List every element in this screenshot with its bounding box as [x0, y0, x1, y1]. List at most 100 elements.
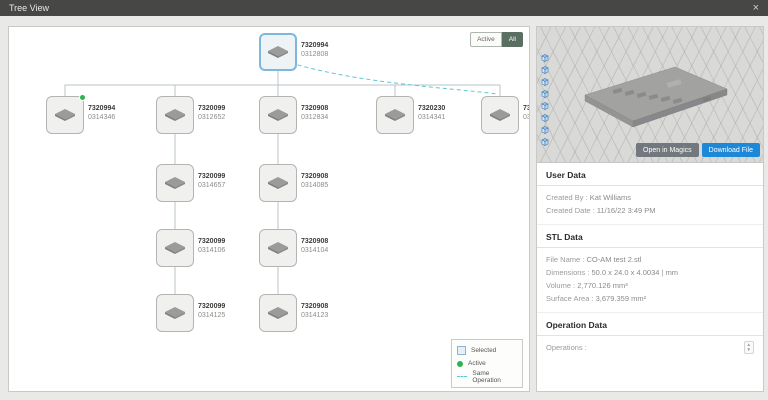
plate-icon: [164, 306, 186, 320]
stl-model-preview: [575, 55, 735, 135]
node-label: 732 031: [523, 104, 530, 122]
serial-number: 0312808: [301, 50, 328, 59]
tree-node[interactable]: 7320099 0312652: [156, 96, 194, 134]
part-thumbnail: [259, 164, 297, 202]
part-number: 7320099: [198, 302, 225, 311]
dimensions-divider: |: [662, 268, 664, 277]
node-label: 7320099 0314125: [198, 302, 225, 320]
part-thumbnail: [156, 96, 194, 134]
part-thumbnail: [156, 294, 194, 332]
serial-number: 0314346: [88, 113, 115, 122]
dashed-line-icon: [457, 376, 467, 377]
download-file-button[interactable]: Download File: [702, 143, 760, 157]
file-name-value: CO-AM test 2.stl: [586, 255, 641, 264]
part-number: 7320099: [198, 104, 225, 113]
view-orientation-cube-icon[interactable]: [540, 77, 550, 87]
stepper-down-icon[interactable]: ▼: [747, 348, 751, 353]
operations-row: Operations : ▲ ▼: [546, 341, 754, 354]
part-number: 7320908: [301, 172, 328, 181]
node-label: 7320099 0312652: [198, 104, 225, 122]
node-label: 7320908 0314085: [301, 172, 328, 190]
created-date-label: Created Date :: [546, 206, 595, 215]
toggle-all-button[interactable]: All: [502, 32, 523, 47]
part-thumbnail: [259, 96, 297, 134]
node-label: 7320908 0314123: [301, 302, 328, 320]
serial-number: 0312652: [198, 113, 225, 122]
legend-active-label: Active: [468, 360, 486, 367]
active-indicator: [79, 94, 86, 101]
surface-area-row: Surface Area : 3,679.359 mm²: [546, 292, 754, 305]
tree-node[interactable]: 7320099 0314657: [156, 164, 194, 202]
tree-node[interactable]: 7320099 0314106: [156, 229, 194, 267]
view-orientation-cube-icon[interactable]: [540, 101, 550, 111]
tree-node[interactable]: 7320908 0314085: [259, 164, 297, 202]
plate-icon: [164, 241, 186, 255]
tree-view-window: Tree View × Active All: [0, 0, 768, 400]
node-label: 7320099 0314657: [198, 172, 225, 190]
view-orientation-cube-icon[interactable]: [540, 65, 550, 75]
tree-node-root[interactable]: 7320994 0312808: [259, 33, 297, 71]
created-by-label: Created By :: [546, 193, 588, 202]
legend-same-operation: Same Operation: [457, 370, 517, 383]
created-date-value: 11/16/22 3:49 PM: [597, 206, 656, 215]
view-orientation-cube-icon[interactable]: [540, 113, 550, 123]
serial-number: 0314341: [418, 113, 445, 122]
dimensions-unit[interactable]: mm: [666, 268, 679, 277]
toggle-active-button[interactable]: Active: [470, 32, 502, 47]
view-orientation-cube-icon[interactable]: [540, 125, 550, 135]
tree-node[interactable]: 7320908 0312834: [259, 96, 297, 134]
open-in-magics-button[interactable]: Open in Magics: [636, 143, 699, 157]
titlebar: Tree View ×: [0, 0, 768, 16]
node-label: 7320099 0314106: [198, 237, 225, 255]
volume-value: 2,770.126 mm³: [577, 281, 627, 290]
tree-panel: Active All 7320994: [8, 26, 530, 392]
part-number: 7320230: [418, 104, 445, 113]
part-thumbnail: [259, 294, 297, 332]
part-thumbnail: [481, 96, 519, 134]
part-number: 732: [523, 104, 530, 113]
serial-number: 0314657: [198, 181, 225, 190]
plate-icon: [164, 176, 186, 190]
plate-icon: [267, 176, 289, 190]
tree-node[interactable]: 7320099 0314125: [156, 294, 194, 332]
user-data-section: Created By : Kat Williams Created Date :…: [537, 186, 763, 225]
view-orientation-cube-icon[interactable]: [540, 53, 550, 63]
volume-label: Volume :: [546, 281, 575, 290]
tree-node[interactable]: 7320230 0314341: [376, 96, 414, 134]
active-all-toggle: Active All: [470, 32, 523, 47]
dimensions-row: Dimensions : 50.0 x 24.0 x 4.0034 | mm: [546, 266, 754, 279]
stl-data-header: STL Data: [537, 225, 763, 248]
serial-number: 0314085: [301, 181, 328, 190]
node-label: 7320908 0312834: [301, 104, 328, 122]
node-label: 7320230 0314341: [418, 104, 445, 122]
part-number: 7320994: [88, 104, 115, 113]
serial-number: 0314106: [198, 246, 225, 255]
tree-node[interactable]: 7320908 0314104: [259, 229, 297, 267]
created-date-row: Created Date : 11/16/22 3:49 PM: [546, 204, 754, 217]
operations-stepper[interactable]: ▲ ▼: [744, 341, 754, 354]
view-orientation-cube-icon[interactable]: [540, 137, 550, 147]
node-label: 7320994 0314346: [88, 104, 115, 122]
tree-node[interactable]: 7320994 0314346: [46, 96, 84, 134]
view-orientation-cube-icon[interactable]: [540, 89, 550, 99]
window-title: Tree View: [9, 3, 49, 13]
operation-data-section: Operations : ▲ ▼: [537, 336, 763, 361]
legend-selected: Selected: [457, 344, 517, 357]
dimensions-label: Dimensions :: [546, 268, 589, 277]
tree-node[interactable]: 7320908 0314123: [259, 294, 297, 332]
plate-icon: [164, 108, 186, 122]
created-by-value: Kat Williams: [590, 193, 631, 202]
part-thumbnail: [156, 229, 194, 267]
close-icon[interactable]: ×: [753, 3, 759, 13]
stl-data-section: File Name : CO-AM test 2.stl Dimensions …: [537, 248, 763, 313]
tree-connectors: [9, 27, 530, 392]
legend-same-operation-label: Same Operation: [472, 370, 517, 384]
serial-number: 0314125: [198, 311, 225, 320]
part-number: 7320099: [198, 237, 225, 246]
plate-icon: [489, 108, 511, 122]
legend-selected-label: Selected: [471, 347, 496, 354]
3d-viewer[interactable]: Open in Magics Download File: [537, 27, 763, 163]
selected-swatch-icon: [457, 346, 466, 355]
tree-node[interactable]: 732 031: [481, 96, 519, 134]
tree-legend: Selected Active Same Operation: [451, 339, 523, 388]
